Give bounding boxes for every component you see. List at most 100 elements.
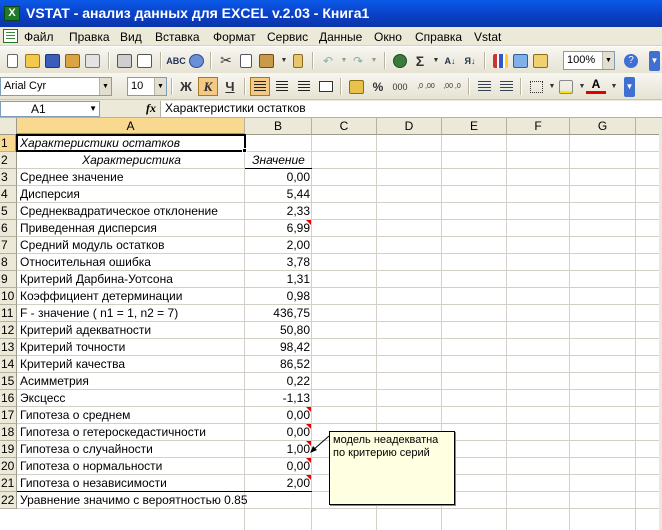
align-center-icon[interactable] [272, 77, 292, 96]
sort-ascending-icon[interactable]: A↓ [440, 51, 460, 70]
cell-a19[interactable]: Гипотеза о случайности [18, 441, 245, 458]
email-icon[interactable] [82, 51, 102, 70]
cell-b10[interactable]: 0,98 [245, 288, 312, 305]
cell-b19[interactable]: 1,00 [245, 441, 312, 458]
menu-insert[interactable]: Вставка [155, 30, 200, 44]
column-header-f[interactable]: F [507, 118, 570, 135]
row-header-16[interactable]: 16 [0, 390, 17, 407]
bold-button[interactable]: Ж [176, 77, 196, 96]
open-icon[interactable] [22, 51, 42, 70]
row-header-20[interactable]: 20 [0, 458, 17, 475]
row-header-2[interactable]: 2 [0, 152, 17, 169]
cell-b16[interactable]: -1,13 [245, 390, 312, 407]
cell-a4[interactable]: Дисперсия [18, 186, 245, 203]
cell-b13[interactable]: 98,42 [245, 339, 312, 356]
cell-a18[interactable]: Гипотеза о гетероскедастичности [18, 424, 245, 441]
cell-b14[interactable]: 86,52 [245, 356, 312, 373]
cell-a17[interactable]: Гипотеза о среднем [18, 407, 245, 424]
redo-dropdown-icon[interactable]: ▼ [364, 51, 384, 70]
permission-icon[interactable] [62, 51, 82, 70]
copy-icon[interactable] [236, 51, 256, 70]
cell-b9[interactable]: 1,31 [245, 271, 312, 288]
cell-a6[interactable]: Приведенная дисперсия [18, 220, 245, 237]
print-preview-icon[interactable] [134, 51, 154, 70]
row-header-6[interactable]: 6 [0, 220, 17, 237]
row-header-14[interactable]: 14 [0, 356, 17, 373]
row-header-18[interactable]: 18 [0, 424, 17, 441]
menu-vstat[interactable]: Vstat [474, 30, 501, 44]
row-header-10[interactable]: 10 [0, 288, 17, 305]
cell-a2[interactable]: Характеристика [18, 152, 245, 169]
cell-a12[interactable]: Критерий адекватности [18, 322, 245, 339]
cell-a11[interactable]: F - значение ( n1 = 1, n2 = 7) [18, 305, 245, 322]
menu-window[interactable]: Окно [374, 30, 402, 44]
row-header-13[interactable]: 13 [0, 339, 17, 356]
cell-a5[interactable]: Среднеквадратическое отклонение [18, 203, 245, 220]
cell-a14[interactable]: Критерий качества [18, 356, 245, 373]
cell-b15[interactable]: 0,22 [245, 373, 312, 390]
drawing-icon[interactable] [510, 51, 530, 70]
increase-decimal-button[interactable]: ,0 ,00 [414, 77, 438, 96]
row-header-15[interactable]: 15 [0, 373, 17, 390]
menu-file[interactable]: Файл [24, 30, 54, 44]
merge-center-icon[interactable] [316, 77, 336, 96]
cell-a13[interactable]: Критерий точности [18, 339, 245, 356]
row-header-17[interactable]: 17 [0, 407, 17, 424]
underline-button[interactable]: Ч [220, 77, 240, 96]
menu-view[interactable]: Вид [120, 30, 142, 44]
font-size-dropdown-icon[interactable]: ▼ [154, 78, 166, 95]
column-header-a[interactable]: A [17, 118, 245, 135]
formula-input[interactable]: Характеристики остатков [160, 101, 662, 117]
increase-indent-icon[interactable] [496, 77, 516, 96]
cell-b11[interactable]: 436,75 [245, 305, 312, 322]
menu-tools[interactable]: Сервис [267, 30, 308, 44]
cell-a15[interactable]: Асимметрия [18, 373, 245, 390]
cell-a8[interactable]: Относительная ошибка [18, 254, 245, 271]
workbook-icon[interactable] [3, 29, 18, 43]
cell-b2[interactable]: Значение [245, 152, 312, 169]
map-icon[interactable] [530, 51, 550, 70]
cell-a7[interactable]: Средний модуль остатков [18, 237, 245, 254]
fill-handle[interactable] [242, 148, 247, 153]
cell-a20[interactable]: Гипотеза о нормальности [18, 458, 245, 475]
font-size-combo[interactable]: 10 ▼ [127, 77, 167, 96]
cell-b5[interactable]: 2,33 [245, 203, 312, 220]
cell-a3[interactable]: Среднее значение [18, 169, 245, 186]
cell-a16[interactable]: Эксцесс [18, 390, 245, 407]
cut-icon[interactable]: ✂ [216, 51, 236, 70]
zoom-combo[interactable]: 100% ▼ [563, 51, 615, 70]
name-box-dropdown-icon[interactable]: ▼ [89, 102, 97, 116]
align-left-icon[interactable] [250, 77, 270, 96]
row-header-21[interactable]: 21 [0, 475, 17, 492]
toolbar-options-icon[interactable]: ▼ [649, 51, 660, 71]
cell-b18[interactable]: 0,00 [245, 424, 312, 441]
row-header-11[interactable]: 11 [0, 305, 17, 322]
menu-help[interactable]: Справка [415, 30, 462, 44]
menu-edit[interactable]: Правка [69, 30, 110, 44]
cell-a9[interactable]: Критерий Дарбина-Уотсона [18, 271, 245, 288]
cell-b12[interactable]: 50,80 [245, 322, 312, 339]
thousands-button[interactable]: 000 [390, 77, 410, 96]
row-header-1[interactable]: 1 [0, 135, 17, 152]
excel-app-icon[interactable]: X [4, 6, 20, 21]
paste-icon[interactable] [256, 51, 276, 70]
chart-wizard-icon[interactable] [490, 51, 510, 70]
sort-descending-icon[interactable]: Я↓ [460, 51, 480, 70]
row-header-22[interactable]: 22 [0, 492, 17, 509]
row-header-19[interactable]: 19 [0, 441, 17, 458]
percent-button[interactable]: % [368, 77, 388, 96]
cell-b8[interactable]: 3,78 [245, 254, 312, 271]
cell-a22[interactable]: Уравнение значимо с вероятностью 0.85 [18, 492, 318, 509]
column-header-g[interactable]: G [570, 118, 636, 135]
hyperlink-icon[interactable] [390, 51, 410, 70]
row-header-8[interactable]: 8 [0, 254, 17, 271]
name-box[interactable]: A1 ▼ [0, 101, 100, 117]
cell-a10[interactable]: Коэффициент детерминации [18, 288, 245, 305]
decrease-decimal-button[interactable]: ,00 ,0 [440, 77, 464, 96]
cell-b4[interactable]: 5,44 [245, 186, 312, 203]
menu-format[interactable]: Формат [213, 30, 256, 44]
format-toolbar-options-icon[interactable]: ▼ [624, 77, 635, 97]
row-header-9[interactable]: 9 [0, 271, 17, 288]
row-header-7[interactable]: 7 [0, 237, 17, 254]
cell-a21[interactable]: Гипотеза о независимости [18, 475, 245, 492]
